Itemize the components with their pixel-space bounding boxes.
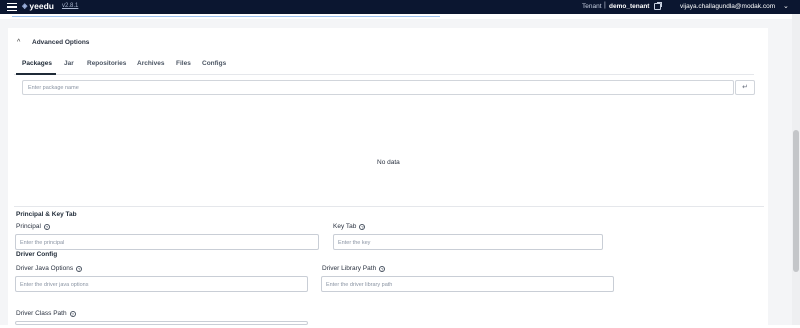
chevron-up-icon[interactable]: ^	[17, 39, 20, 46]
empty-state-text: No data	[377, 159, 400, 166]
logo-mark-icon: ◈	[22, 3, 28, 10]
principal-input[interactable]: Enter the principal	[15, 234, 319, 250]
tenant-separator: |	[604, 2, 606, 9]
class-path-label-group: Driver Class Path ?	[16, 310, 76, 317]
class-path-label: Driver Class Path	[16, 310, 67, 317]
tenant-label: Tenant	[582, 3, 602, 10]
advanced-options-toggle[interactable]: Advanced Options	[32, 39, 89, 46]
help-icon[interactable]: ?	[379, 265, 386, 272]
tab-files[interactable]: Files	[176, 60, 191, 67]
scrollbar-thumb[interactable]	[793, 130, 799, 272]
java-options-label-group: Driver Java Options ?	[16, 265, 83, 272]
active-tab-indicator	[16, 73, 56, 75]
principal-label-group: Principal ?	[16, 223, 50, 230]
app-logo[interactable]: ◈ yeedu	[22, 1, 54, 11]
focused-field-underline	[12, 16, 440, 17]
top-navigation-bar: ◈ yeedu v2.8.1 Tenant | demo_tenant vija…	[0, 0, 800, 14]
principal-section-title: Principal & Key Tab	[16, 211, 77, 218]
keytab-input[interactable]: Enter the key	[333, 234, 603, 250]
version-link[interactable]: v2.8.1	[62, 3, 78, 9]
chevron-down-icon[interactable]: ⌄	[783, 2, 789, 10]
keytab-label-group: Key Tab ?	[333, 223, 366, 230]
tabs-divider	[14, 74, 754, 75]
class-path-input[interactable]	[15, 321, 308, 325]
help-icon[interactable]: ?	[76, 265, 83, 272]
help-icon[interactable]: ?	[69, 310, 76, 317]
help-icon[interactable]: ?	[359, 223, 366, 230]
help-icon[interactable]: ?	[43, 223, 50, 230]
library-path-label-group: Driver Library Path ?	[322, 265, 386, 272]
logo-text: yeedu	[29, 1, 54, 11]
tab-archives[interactable]: Archives	[137, 60, 164, 67]
user-email[interactable]: vijaya.challagundla@modak.com	[680, 3, 775, 10]
principal-label: Principal	[16, 223, 41, 230]
tab-packages[interactable]: Packages	[22, 60, 52, 67]
driver-section-title: Driver Config	[16, 251, 58, 258]
section-divider	[14, 206, 764, 207]
java-options-label: Driver Java Options	[16, 265, 74, 272]
java-options-input[interactable]: Enter the driver java options	[15, 276, 308, 292]
library-path-input[interactable]: Enter the driver library path	[321, 276, 614, 292]
tab-configs[interactable]: Configs	[202, 60, 226, 67]
enter-package-button[interactable]: ↵	[735, 80, 755, 95]
menu-icon[interactable]	[7, 3, 17, 11]
external-link-icon[interactable]	[654, 2, 662, 10]
tab-repositories[interactable]: Repositories	[87, 60, 126, 67]
package-name-input[interactable]: Enter package name	[22, 80, 734, 95]
tenant-name[interactable]: demo_tenant	[609, 3, 649, 10]
keytab-label: Key Tab	[333, 223, 357, 230]
tab-jar[interactable]: Jar	[64, 60, 74, 67]
library-path-label: Driver Library Path	[322, 265, 377, 272]
